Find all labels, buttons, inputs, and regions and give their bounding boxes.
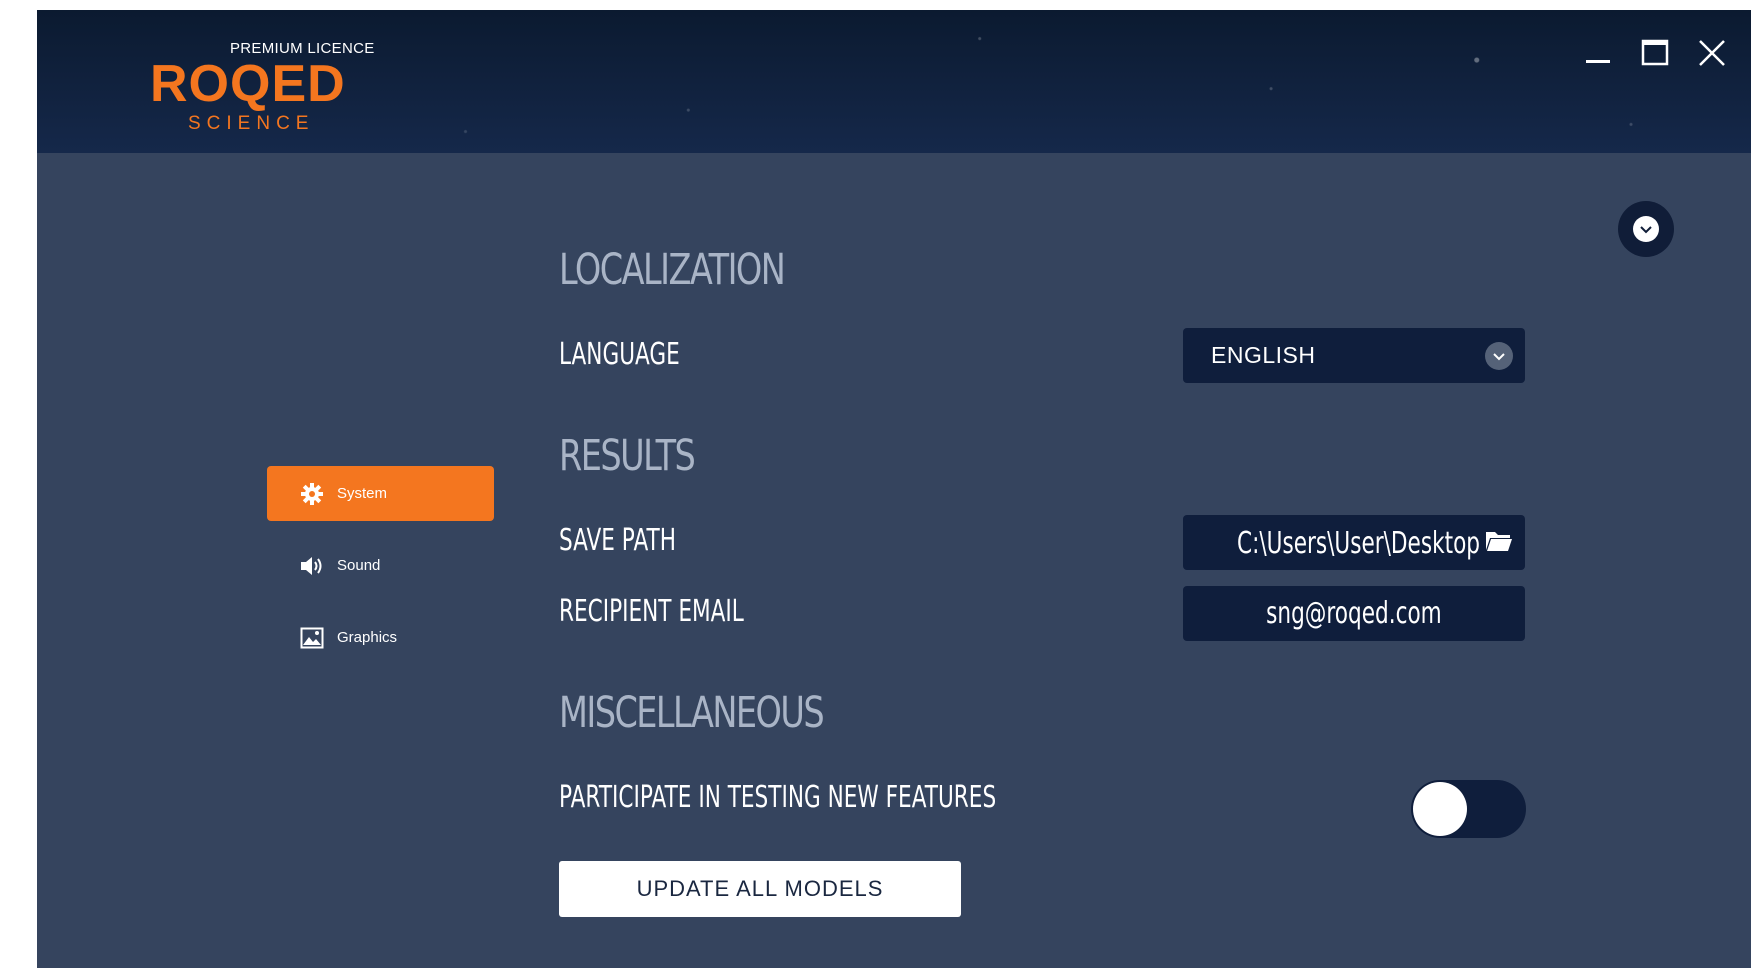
scroll-down-circle: [1633, 216, 1659, 242]
save-path-value: C:\Users\User\Desktop: [1237, 526, 1480, 561]
recipient-email-label: RECIPIENT EMAIL: [559, 594, 744, 629]
logo-subtitle: SCIENCE: [188, 113, 315, 134]
gear-icon: [299, 481, 325, 507]
maximize-button[interactable]: [1638, 36, 1672, 70]
chevron-down-icon: [1640, 226, 1652, 234]
section-title-localization: LOCALIZATION: [559, 245, 786, 295]
language-value: ENGLISH: [1211, 342, 1316, 368]
sidebar-item-graphics[interactable]: Graphics: [267, 610, 494, 665]
close-button[interactable]: [1695, 36, 1729, 70]
sidebar-item-label: Graphics: [337, 629, 398, 646]
logo-wordmark: ROQED: [150, 55, 346, 113]
maximize-icon: [1641, 39, 1669, 66]
update-all-models-button[interactable]: UPDATE ALL MODELS: [559, 861, 961, 917]
testing-features-toggle[interactable]: [1411, 780, 1526, 838]
language-label: LANGUAGE: [559, 337, 680, 372]
chevron-down-icon: [1485, 342, 1513, 370]
section-title-results: RESULTS: [559, 431, 696, 481]
save-path-field[interactable]: C:\Users\User\Desktop: [1183, 515, 1525, 570]
sidebar-item-label: Sound: [337, 557, 381, 574]
sidebar-item-system[interactable]: System: [267, 466, 494, 521]
close-icon: [1699, 40, 1725, 66]
minimize-icon: [1586, 60, 1610, 63]
sidebar-item-sound[interactable]: Sound: [267, 538, 494, 593]
folder-icon[interactable]: [1485, 529, 1513, 558]
save-path-label: SAVE PATH: [559, 523, 676, 558]
minimize-button[interactable]: [1581, 36, 1615, 70]
title-bar: PREMIUM LICENCE ROQED SCIENCE: [37, 10, 1751, 153]
sidebar-item-label: System: [337, 485, 388, 502]
speaker-icon: [299, 553, 325, 579]
app-window: PREMIUM LICENCE ROQED SCIENCE System Sou…: [37, 10, 1751, 968]
testing-features-label: PARTICIPATE IN TESTING NEW FEATURES: [559, 780, 997, 815]
image-icon: [299, 625, 325, 651]
roqed-logo: PREMIUM LICENCE ROQED SCIENCE: [150, 28, 374, 138]
recipient-email-field[interactable]: sng@roqed.com: [1183, 586, 1525, 641]
scroll-down-button[interactable]: [1618, 201, 1674, 257]
language-dropdown[interactable]: ENGLISH: [1183, 328, 1525, 383]
recipient-email-value: sng@roqed.com: [1266, 596, 1442, 631]
section-title-miscellaneous: MISCELLANEOUS: [559, 688, 825, 738]
toggle-knob: [1413, 782, 1467, 836]
